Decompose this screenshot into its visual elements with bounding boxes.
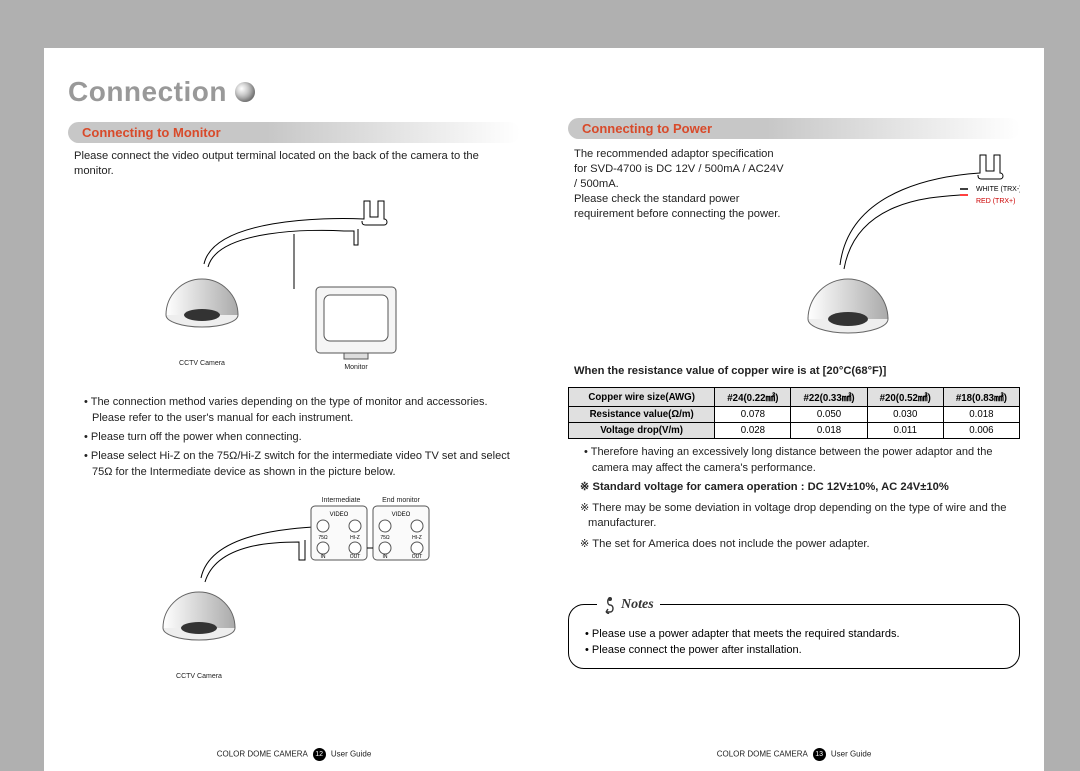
monitor-label: Monitor bbox=[344, 364, 368, 371]
footer-product-left: COLOR DOME CAMERA bbox=[217, 750, 308, 759]
out-label-2: OUT bbox=[412, 554, 423, 560]
in-label: IN bbox=[321, 554, 326, 560]
th-c3: #20(0.52㎟) bbox=[867, 388, 943, 407]
power-top-row: The recommended adaptor specification fo… bbox=[568, 145, 1020, 360]
main-title-text: Connection bbox=[68, 76, 227, 108]
out-label: OUT bbox=[350, 554, 361, 560]
red-wire-label: RED (TRX+) bbox=[976, 198, 1015, 205]
page-left: Connection Connecting to Monitor Please … bbox=[44, 48, 544, 771]
ohm-label: 75Ω bbox=[318, 535, 328, 541]
diagram-svg-2: Intermediate End monitor CCTV Camera VID… bbox=[139, 490, 449, 690]
hiz-label-2: HI-Z bbox=[412, 535, 422, 541]
r2c2: 0.018 bbox=[791, 423, 867, 439]
monitor-bullets: The connection method varies depending o… bbox=[84, 395, 514, 480]
cctv-label-2: CCTV Camera bbox=[176, 673, 222, 680]
notes-item-1: Please use a power adapter that meets th… bbox=[585, 627, 1003, 642]
notes-item-2: Please connect the power after installat… bbox=[585, 643, 1003, 658]
r1c2: 0.050 bbox=[791, 407, 867, 423]
notes-arrow-icon bbox=[603, 596, 617, 614]
section-heading-monitor: Connecting to Monitor bbox=[68, 122, 520, 143]
power-bullet-1: Therefore having an excessively long dis… bbox=[584, 445, 1014, 476]
white-wire-label: WHITE (TRX-) bbox=[976, 186, 1020, 193]
monitor-bullet-1: The connection method varies depending o… bbox=[84, 395, 514, 426]
power-diagram: WHITE (TRX-) RED (TRX+) bbox=[800, 145, 1020, 355]
footer-guide-right: User Guide bbox=[831, 750, 871, 759]
monitor-bullet-3: Please select Hi-Z on the 75Ω/Hi-Z switc… bbox=[84, 449, 514, 480]
footer-page-right: 13 bbox=[813, 748, 826, 761]
in-label-2: IN bbox=[383, 554, 388, 560]
footer-guide-left: User Guide bbox=[331, 750, 371, 759]
monitor-intro: Please connect the video output terminal… bbox=[74, 149, 514, 179]
decorative-sphere-icon bbox=[235, 82, 255, 102]
section-heading-power: Connecting to Power bbox=[568, 118, 1020, 139]
table-caption: When the resistance value of copper wire… bbox=[574, 364, 1014, 379]
video-label-2: VIDEO bbox=[392, 512, 411, 518]
power-bullets: Therefore having an excessively long dis… bbox=[584, 445, 1014, 476]
notes-box: Notes Please use a power adapter that me… bbox=[568, 604, 1020, 669]
notes-tab: Notes bbox=[597, 596, 660, 614]
th-col-header: Copper wire size(AWG) bbox=[569, 388, 715, 407]
footer-left: COLOR DOME CAMERA 12 User Guide bbox=[44, 748, 544, 761]
r1c1: 0.078 bbox=[715, 407, 791, 423]
monitor-diagram: CCTV Camera Monitor bbox=[68, 189, 520, 389]
video-label: VIDEO bbox=[330, 512, 349, 518]
row1-label: Resistance value(Ω/m) bbox=[569, 407, 715, 423]
hiz-label: HI-Z bbox=[350, 535, 360, 541]
intermediate-label: Intermediate bbox=[322, 497, 361, 504]
footer-right: COLOR DOME CAMERA 13 User Guide bbox=[544, 748, 1044, 761]
power-intro: The recommended adaptor specification fo… bbox=[574, 147, 784, 223]
star-note-3: ※ The set for America does not include t… bbox=[574, 537, 1014, 552]
star-note-1: ※ Standard voltage for camera operation … bbox=[574, 480, 1014, 495]
th-c4: #18(0.83㎟) bbox=[943, 388, 1019, 407]
end-monitor-label: End monitor bbox=[382, 497, 420, 504]
monitor-bullet-2: Please turn off the power when connectin… bbox=[84, 430, 514, 445]
star-note-2: ※ There may be some deviation in voltage… bbox=[574, 501, 1014, 531]
diagram-svg-1: CCTV Camera Monitor bbox=[144, 189, 444, 389]
footer-page-left: 12 bbox=[313, 748, 326, 761]
resistance-table: Copper wire size(AWG) #24(0.22㎟) #22(0.3… bbox=[568, 387, 1020, 439]
th-c2: #22(0.33㎟) bbox=[791, 388, 867, 407]
cctv-label: CCTV Camera bbox=[179, 360, 225, 367]
r2c4: 0.006 bbox=[943, 423, 1019, 439]
row2-label: Voltage drop(V/m) bbox=[569, 423, 715, 439]
page-right: Connecting to Power The recommended adap… bbox=[544, 48, 1044, 771]
notes-title: Notes bbox=[621, 597, 654, 613]
main-title: Connection bbox=[68, 76, 520, 108]
intermediate-diagram: Intermediate End monitor CCTV Camera VID… bbox=[68, 490, 520, 690]
th-c1: #24(0.22㎟) bbox=[715, 388, 791, 407]
r1c4: 0.018 bbox=[943, 407, 1019, 423]
r2c3: 0.011 bbox=[867, 423, 943, 439]
r1c3: 0.030 bbox=[867, 407, 943, 423]
footer-product-right: COLOR DOME CAMERA bbox=[717, 750, 808, 759]
r2c1: 0.028 bbox=[715, 423, 791, 439]
ohm-label-2: 75Ω bbox=[380, 535, 390, 541]
